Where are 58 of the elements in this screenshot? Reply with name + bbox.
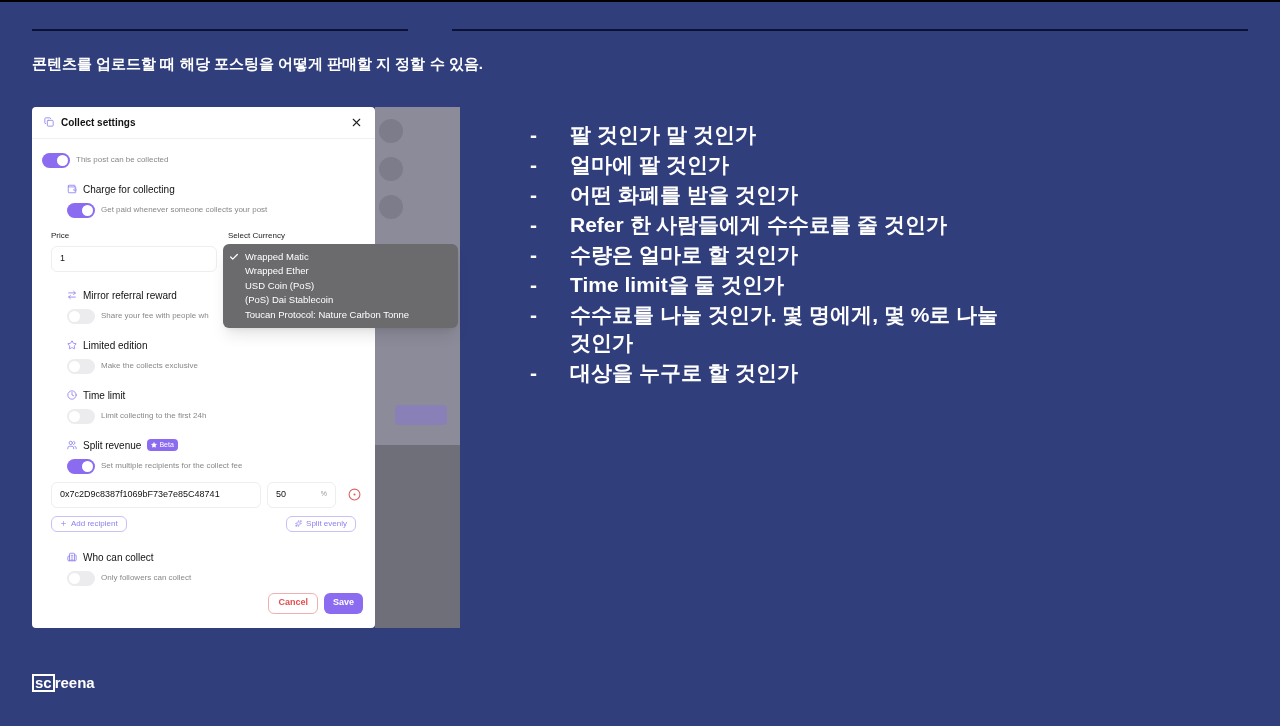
sparkle-icon (295, 520, 303, 527)
bullet-dash: - (530, 301, 538, 328)
split-evenly-button[interactable]: Split evenly (286, 515, 356, 532)
toggle-switch[interactable] (67, 202, 95, 218)
currency-option[interactable]: (PoS) Dai Stablecoin (223, 293, 458, 308)
plus-icon (60, 520, 67, 527)
arrows-icon (67, 290, 77, 300)
section-title: Time limit (83, 388, 126, 403)
field-label: Select Currency (228, 229, 285, 242)
section-title: Who can collect (83, 550, 154, 565)
bullet-text: 대상을 누구로 할 것인가 (570, 359, 799, 386)
section-title: Charge for collecting (83, 182, 175, 197)
bullet-dash: - (530, 359, 538, 386)
toggle-switch[interactable] (67, 458, 95, 474)
currency-option[interactable]: Wrapped Ether (223, 264, 458, 279)
wallet-icon (67, 184, 77, 194)
bullet-dash: - (530, 271, 538, 298)
dialog-icon (44, 117, 54, 127)
address-field[interactable]: 0x7c2D9c8387f1069bF73e7e85C48741 (51, 481, 261, 508)
cancel-button[interactable]: Cancel (268, 592, 318, 614)
toggle-label: Get paid whenever someone collects your post (101, 204, 268, 216)
bullet-dash: - (530, 151, 538, 178)
bullet-dash: - (530, 121, 538, 148)
users-icon (67, 440, 77, 450)
price-field[interactable]: 1 (51, 245, 217, 272)
slide-heading: 콘텐츠를 업로드할 때 해당 포스팅을 어떻게 판매할 지 정할 수 있음. (32, 54, 484, 74)
field-label: Price (51, 229, 71, 242)
currency-option[interactable]: Toucan Protocol: Nature Carbon Tonne (223, 307, 458, 322)
bullet-text: 얼마에 팔 것인가 (570, 151, 730, 178)
dialog-title: Collect settings (61, 115, 136, 130)
section-title: Split revenue (83, 438, 142, 453)
bullet-text: 어떤 화폐를 받을 것인가 (570, 181, 799, 208)
add-recipient-button[interactable]: Add recipient (51, 515, 127, 532)
bullet-text: Time limit을 둘 것인가 (570, 271, 786, 298)
bullet-dash: - (530, 241, 538, 268)
bullet-text: Refer 한 사람들에게 수수료를 줄 것인가 (570, 211, 948, 238)
currency-option[interactable]: Wrapped Matic (223, 249, 458, 264)
section-title: Limited edition (83, 338, 148, 353)
toggle-label: Set multiple recipients for the collect fee (101, 460, 243, 472)
screena-logo: sc reena (32, 671, 1248, 694)
toggle-label: Make the collects exclusive (101, 360, 198, 372)
bullet-dash: - (530, 211, 538, 238)
bullet-text: 수량은 얼마로 할 것인가 (570, 241, 799, 268)
section-title: Mirror referral reward (83, 288, 177, 303)
toggle-label: Limit collecting to the first 24h (101, 410, 207, 422)
toggle-label: Only followers can collect (101, 572, 192, 584)
remove-icon[interactable] (348, 488, 361, 501)
toggle-switch[interactable] (42, 152, 70, 168)
bullet-dash: - (530, 181, 538, 208)
bullet-text: 수수료를 나눌 것인가. 몇 명에게, 몇 %로 나눌 것인가 (570, 301, 1000, 356)
save-button[interactable]: Save (323, 592, 363, 614)
bullet-text: 팔 것인가 말 것인가 (570, 121, 757, 148)
star-icon (67, 340, 77, 350)
currency-option[interactable]: USD Coin (PoS) (223, 278, 458, 293)
clock-icon (67, 390, 77, 400)
toggle-label: Share your fee with people wh (101, 310, 209, 322)
toggle-label: This post can be collected (76, 154, 169, 166)
building-icon (67, 552, 77, 562)
